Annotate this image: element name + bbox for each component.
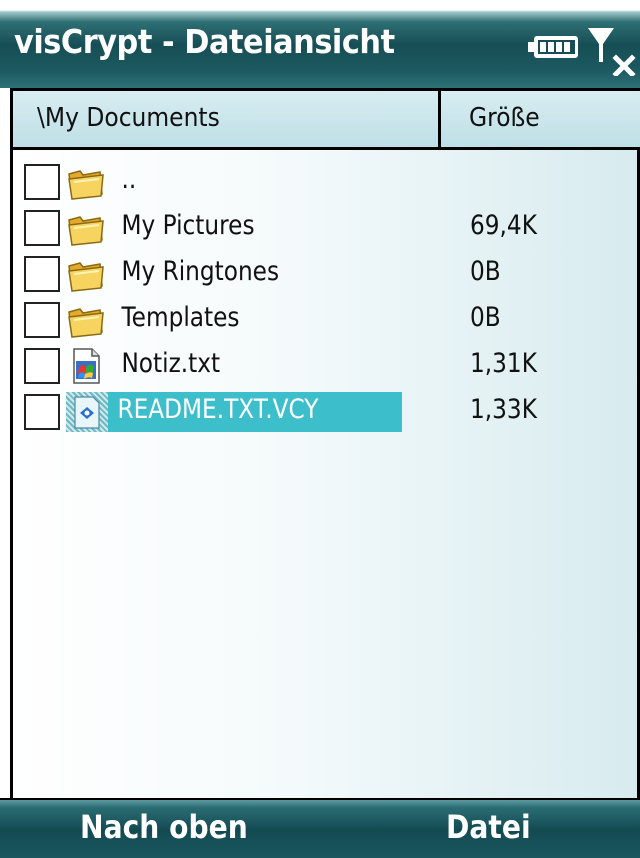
column-path-header[interactable]: \My Documents bbox=[37, 103, 220, 133]
file-name: My Ringtones bbox=[121, 256, 280, 287]
column-header: \My Documents Größe bbox=[13, 88, 640, 150]
file-name: .. bbox=[121, 164, 137, 195]
file-list: .. My Pictures 69,4K My Ringtones 0B Tem… bbox=[24, 162, 624, 438]
folder-icon bbox=[68, 308, 104, 338]
file-name: README.TXT.VCY bbox=[117, 394, 319, 425]
column-size-header[interactable]: Größe bbox=[469, 103, 540, 133]
file-size: 1,31K bbox=[470, 348, 537, 379]
file-name: Notiz.txt bbox=[121, 348, 221, 379]
folder-icon bbox=[68, 216, 104, 246]
file-checkbox[interactable] bbox=[24, 164, 60, 200]
file-row-readme-selected[interactable]: README.TXT.VCY 1,33K bbox=[24, 392, 624, 438]
file-size: 0B bbox=[470, 302, 501, 333]
softkey-nach-oben[interactable]: Nach oben bbox=[80, 808, 248, 846]
file-checkbox[interactable] bbox=[24, 394, 60, 430]
file-row-notiz[interactable]: Notiz.txt 1,31K bbox=[24, 346, 624, 392]
file-checkbox[interactable] bbox=[24, 302, 60, 338]
screen: visCrypt - Dateiansicht \My Documents Gr… bbox=[0, 0, 640, 858]
file-row-templates[interactable]: Templates 0B bbox=[24, 300, 624, 346]
text-document-icon bbox=[73, 348, 100, 384]
file-checkbox[interactable] bbox=[24, 256, 60, 292]
file-row-my-ringtones[interactable]: My Ringtones 0B bbox=[24, 254, 624, 300]
window-title: visCrypt - Dateiansicht bbox=[14, 22, 395, 61]
file-name: Templates bbox=[121, 302, 240, 333]
signal-no-service-icon bbox=[588, 28, 636, 76]
softkey-datei[interactable]: Datei bbox=[446, 808, 531, 846]
file-size: 1,33K bbox=[470, 394, 537, 425]
file-size: 69,4K bbox=[470, 210, 537, 241]
softkey-bar: Nach oben Datei bbox=[0, 798, 640, 858]
column-divider[interactable] bbox=[438, 91, 441, 147]
file-row-my-pictures[interactable]: My Pictures 69,4K bbox=[24, 208, 624, 254]
file-size: 0B bbox=[470, 256, 501, 287]
file-row-parent[interactable]: .. bbox=[24, 162, 624, 208]
title-bar: visCrypt - Dateiansicht bbox=[0, 0, 640, 88]
folder-icon bbox=[68, 262, 104, 292]
encrypted-file-icon bbox=[74, 396, 100, 429]
folder-icon bbox=[68, 170, 104, 200]
battery-icon bbox=[528, 36, 578, 58]
file-checkbox[interactable] bbox=[24, 348, 60, 384]
file-checkbox[interactable] bbox=[24, 210, 60, 246]
file-name: My Pictures bbox=[121, 210, 255, 241]
